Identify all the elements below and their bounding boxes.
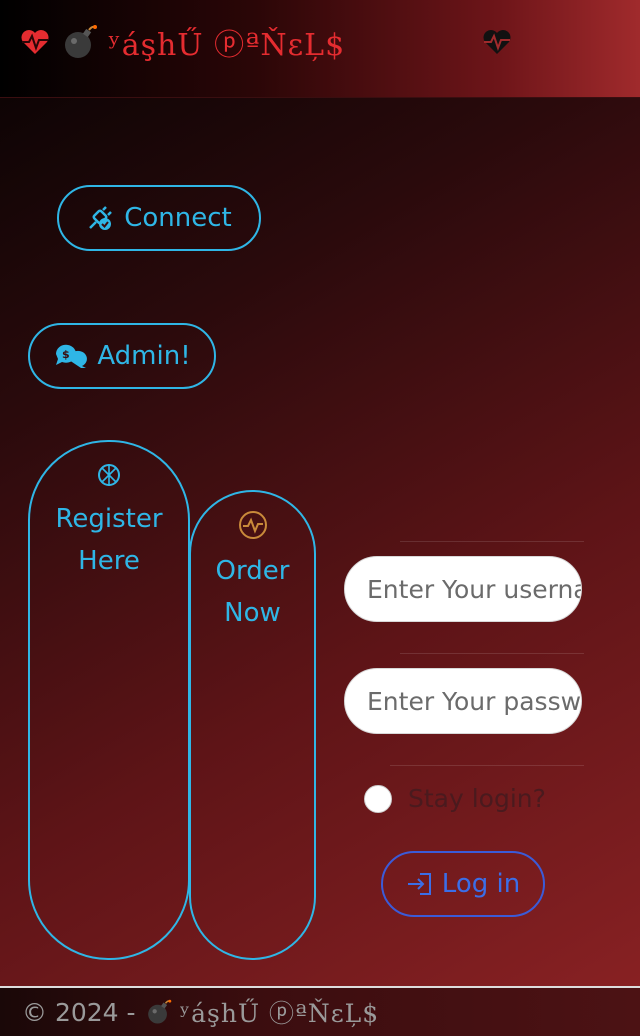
register-line-1: Register [55,504,163,534]
brand-name: ʸáşhŰ ⓟªŇɛĻ$ [108,28,346,63]
footer: © 2024 - ʸáşhŰ ⓟªŇɛĻ$ [0,986,640,1036]
login-label: Log in [441,869,521,899]
divider [400,541,584,542]
top-header: ʸáşhŰ ⓟªŇɛĻ$ [0,0,640,98]
password-field[interactable] [344,668,582,734]
divider [390,765,584,766]
plug-check-icon [89,206,113,230]
heart-pulse-icon [21,30,49,54]
heartbeat-icon [483,30,511,54]
stay-login-radio[interactable] [364,784,392,813]
chat-dollar-icon: $ [56,344,88,368]
stay-login-option[interactable]: Stay login? [364,784,546,813]
admin-button[interactable]: $ Admin! [28,323,216,389]
stay-login-label: Stay login? [408,784,546,813]
password-input[interactable] [367,686,581,716]
admin-label: Admin! [97,341,191,371]
brand[interactable]: ʸáşhŰ ⓟªŇɛĻ$ [20,22,346,63]
order-line-1: Order [215,556,290,586]
connect-button[interactable]: Connect [57,185,261,251]
register-label: Register Here [55,498,162,582]
footer-brand: ʸáşhŰ ⓟªŇɛĻ$ [179,999,380,1028]
svg-text:$: $ [62,348,70,361]
sign-in-icon [407,873,431,895]
divider [400,653,584,654]
username-input[interactable] [367,574,581,604]
bomb-icon [147,999,171,1024]
copyright-text: © 2024 - [22,997,136,1027]
order-icon [238,511,267,539]
connect-label: Connect [124,203,232,233]
register-line-2: Here [78,546,140,576]
order-card[interactable]: Order Now [189,490,316,960]
username-field[interactable] [344,556,582,622]
order-line-2: Now [224,598,281,628]
register-card[interactable]: Register Here [28,440,190,960]
order-label: Order Now [216,550,290,634]
bomb-icon [65,25,97,58]
register-icon [98,464,120,486]
login-button[interactable]: Log in [381,851,545,917]
